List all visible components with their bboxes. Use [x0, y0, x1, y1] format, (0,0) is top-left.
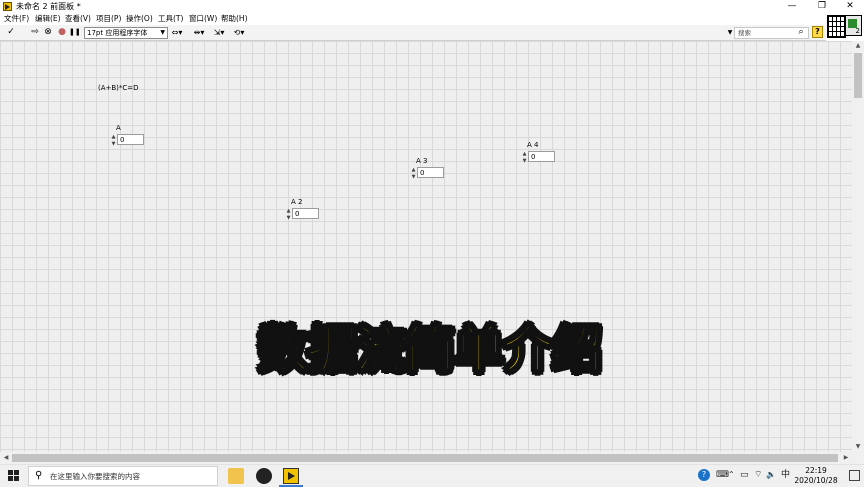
battery-tray-icon[interactable]: ▭ — [740, 469, 749, 481]
scroll-down-icon[interactable]: ▼ — [852, 442, 864, 452]
volume-tray-icon[interactable]: 🔈 — [766, 469, 776, 481]
numeric-field[interactable]: 0 — [528, 151, 555, 162]
connector-pane[interactable] — [827, 15, 846, 38]
scroll-up-icon[interactable]: ▲ — [852, 41, 864, 51]
menu-view[interactable]: 查看(V) — [65, 14, 91, 24]
system-clock[interactable]: 22:19 2020/10/28 — [790, 466, 842, 486]
horizontal-scrollbar[interactable]: ◀ ▶ — [0, 452, 852, 464]
obs-studio-icon[interactable] — [256, 468, 272, 484]
scroll-left-icon[interactable]: ◀ — [0, 452, 12, 464]
horizontal-scroll-thumb[interactable] — [12, 454, 838, 462]
numeric-field[interactable]: 0 — [292, 208, 319, 219]
labview-app-icon — [3, 2, 12, 11]
distribute-objects-button[interactable]: ⇹▾ — [190, 27, 208, 38]
vertical-scrollbar[interactable]: ▲ ▼ — [852, 41, 864, 452]
resize-objects-button[interactable]: ⇲▾ — [210, 27, 228, 38]
window-title: 未命名 2 前面板 * — [16, 2, 81, 11]
run-button[interactable]: ✓ — [6, 27, 16, 38]
taskbar: ⚲ 在这里输入你要搜索的内容 ? ⌨ ⌃ ▭ ⌔ 🔈 中 22:19 2020/… — [0, 464, 864, 487]
title-bar: 未命名 2 前面板 * — ❐ ✕ — [0, 0, 864, 13]
abort-execution-button[interactable]: ⊗ — [43, 27, 53, 38]
menu-help[interactable]: 帮助(H) — [221, 14, 248, 24]
font-select-value: 17pt 应用程序字体 — [87, 29, 148, 37]
search-icon[interactable]: ⌕ — [796, 27, 806, 38]
taskbar-search-input[interactable]: ⚲ 在这里输入你要搜索的内容 — [28, 466, 218, 486]
windows-start-icon[interactable] — [8, 470, 20, 482]
menu-operate[interactable]: 操作(O) — [126, 14, 153, 24]
taskbar-search-placeholder: 在这里输入你要搜索的内容 — [50, 472, 140, 481]
control-label: A 4 — [527, 141, 539, 149]
file-explorer-icon[interactable] — [228, 468, 244, 484]
context-help-button[interactable]: ? — [812, 26, 823, 38]
toolbar: ✓ ⇨ ⊗ ● ❚❚ 17pt 应用程序字体 ▼ ⇔▾ ⇹▾ ⇲▾ ⟲▾ ▼ 搜… — [0, 25, 826, 41]
font-select[interactable]: 17pt 应用程序字体 ▼ — [84, 27, 168, 39]
stop-button[interactable]: ● — [57, 27, 67, 38]
vi-icon[interactable] — [845, 15, 862, 36]
increment-decrement-icon[interactable]: ▲ ▼ — [521, 151, 528, 165]
menu-window[interactable]: 窗口(W) — [189, 14, 217, 24]
menu-edit[interactable]: 编辑(E) — [35, 14, 61, 24]
scroll-right-icon[interactable]: ▶ — [840, 452, 852, 464]
ime-indicator[interactable]: 中 — [781, 469, 790, 481]
menu-file[interactable]: 文件(F) — [4, 14, 29, 24]
video-caption: 数据流简单介绍 — [257, 320, 603, 380]
control-label: A 2 — [291, 198, 303, 206]
search-dropdown-icon[interactable]: ▼ — [726, 27, 734, 38]
front-panel-canvas[interactable]: (A+B)*C=D A ▲ ▼ 0 A 2 ▲ ▼ 0 A 3 ▲ ▼ 0 A 4 ▲… — [0, 41, 852, 452]
increment-decrement-icon[interactable]: ▲ ▼ — [110, 134, 117, 148]
formula-label: (A+B)*C=D — [98, 84, 139, 92]
increment-decrement-icon[interactable]: ▲ ▼ — [285, 208, 292, 222]
menu-tools[interactable]: 工具(T) — [158, 14, 183, 24]
numeric-field[interactable]: 0 — [117, 134, 144, 145]
align-objects-button[interactable]: ⇔▾ — [168, 27, 186, 38]
network-tray-icon[interactable]: ⌔ — [754, 469, 762, 481]
notification-icon[interactable] — [849, 470, 860, 481]
numeric-field[interactable]: 0 — [417, 167, 444, 178]
scroll-corner — [852, 452, 864, 464]
clock-date: 2020/10/28 — [794, 476, 838, 485]
help-tray-icon[interactable]: ? — [698, 469, 710, 481]
increment-decrement-icon[interactable]: ▲ ▼ — [410, 167, 417, 181]
chevron-up-icon[interactable]: ⌃ — [728, 469, 735, 481]
restore-button[interactable]: ❐ — [810, 0, 834, 13]
menu-bar: 文件(F) 编辑(E) 查看(V) 项目(P) 操作(O) 工具(T) 窗口(W… — [0, 13, 864, 25]
clock-time: 22:19 — [805, 466, 827, 475]
control-label: A — [116, 124, 121, 132]
chevron-down-icon: ▼ — [160, 29, 165, 36]
vertical-scroll-thumb[interactable] — [854, 53, 862, 98]
minimize-button[interactable]: — — [780, 0, 804, 13]
close-button[interactable]: ✕ — [838, 0, 862, 13]
search-icon: ⚲ — [35, 470, 43, 481]
control-label: A 3 — [416, 157, 428, 165]
labview-taskbar-icon[interactable] — [283, 468, 299, 484]
reorder-button[interactable]: ⟲▾ — [230, 27, 248, 38]
pause-button[interactable]: ❚❚ — [69, 27, 81, 38]
run-continuously-button[interactable]: ⇨ — [30, 27, 40, 38]
menu-project[interactable]: 项目(P) — [96, 14, 121, 24]
